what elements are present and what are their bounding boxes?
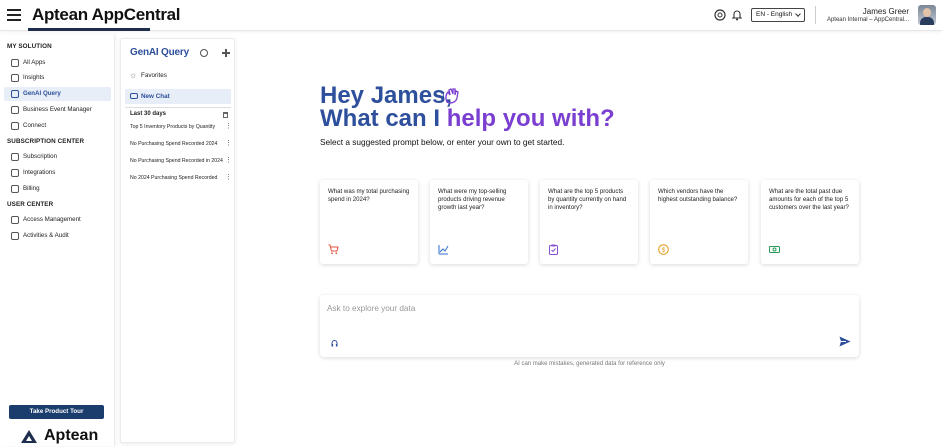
brand-underline (28, 28, 150, 31)
sidebar-item-billing[interactable]: Billing (4, 182, 111, 196)
header-divider (815, 6, 816, 24)
prompt-text: What were my top-selling products drivin… (438, 188, 507, 211)
audit-icon (11, 232, 19, 240)
top-bar: Aptean AppCentral EN - English James Gre… (0, 0, 942, 31)
user-name[interactable]: James Greer (863, 7, 909, 16)
settings-icon[interactable] (200, 49, 208, 57)
prompt-input[interactable] (327, 302, 827, 314)
svg-text:$: $ (662, 247, 666, 254)
sidebar-item-genai-query[interactable]: GenAI Query (4, 87, 111, 101)
more-options-icon[interactable]: ⋮ (225, 157, 232, 164)
question-part-1: What can I (320, 105, 447, 132)
favorites-label: Favorites (141, 72, 167, 79)
sidebar-item-connect[interactable]: Connect (4, 119, 111, 133)
sidebar-item-label: Subscription (23, 153, 58, 160)
calendar-icon (11, 106, 19, 114)
sidebar-item-business-event-manager[interactable]: Business Event Manager (4, 103, 111, 117)
sidebar-item-access-management[interactable]: Access Management (4, 213, 111, 227)
trash-icon[interactable] (223, 112, 228, 118)
grid-icon (11, 59, 19, 67)
prompt-text: What was my total purchasing spend in 20… (328, 188, 410, 203)
sidebar-item-label: Insights (23, 74, 45, 81)
language-select[interactable]: EN - English (751, 8, 805, 22)
chevron-down-icon (795, 11, 801, 17)
aptean-logo-mark (21, 430, 37, 443)
sidebar-item-label: Billing (23, 185, 40, 192)
plug-icon (11, 169, 19, 177)
chat-icon (130, 93, 138, 99)
new-chat-label: New Chat (141, 93, 170, 100)
coin-icon: $ (658, 244, 669, 255)
suggested-prompt-card[interactable]: What were my top-selling products drivin… (430, 180, 528, 264)
new-chat-button[interactable]: New Chat (125, 89, 231, 104)
prompt-text: What are the top 5 products by quantity … (548, 188, 627, 211)
suggested-prompt-card[interactable]: Which vendors have the highest outstandi… (650, 180, 748, 264)
sparkle-icon (11, 90, 19, 98)
sidebar-item-subscription[interactable]: Subscription (4, 150, 111, 164)
history-item[interactable]: No Purchasing Spend Recorded 2024 (130, 141, 228, 147)
avatar[interactable] (918, 5, 936, 25)
sidebar-item-label: Access Management (23, 216, 81, 223)
people-icon (11, 216, 19, 224)
user-organization: Aptean Internal – AppCentral... (826, 17, 909, 23)
brand-title[interactable]: Aptean AppCentral (32, 5, 181, 25)
hamburger-menu-icon[interactable] (7, 9, 21, 21)
history-item[interactable]: Top 5 Inventory Products by Quantity (130, 124, 228, 130)
suggested-prompt-card[interactable]: What are the total past due amounts for … (761, 180, 859, 264)
help-icon[interactable] (714, 9, 726, 21)
history-period-label: Last 30 days (130, 111, 167, 117)
chat-history-panel: GenAI Query ☆ Favorites New Chat Last 30 … (120, 38, 235, 443)
waving-hand-icon (442, 88, 459, 104)
aptean-logo-text: Aptean (44, 427, 99, 444)
sidebar-item-label: All Apps (23, 59, 46, 66)
suggested-prompt-card[interactable]: What are the top 5 products by quantity … (540, 180, 638, 264)
take-product-tour-button[interactable]: Take Product Tour (9, 405, 104, 419)
more-options-icon[interactable]: ⋮ (225, 140, 232, 147)
favorites-item[interactable]: ☆ Favorites (130, 72, 167, 80)
prompt-box (320, 295, 859, 357)
panel-title: GenAI Query (130, 47, 189, 58)
star-icon: ☆ (130, 73, 137, 80)
instruction-subtitle: Select a suggested prompt below, or ente… (320, 137, 565, 147)
prompt-text: What are the total past due amounts for … (769, 188, 849, 211)
suggested-prompt-card[interactable]: What was my total purchasing spend in 20… (320, 180, 418, 264)
headset-icon[interactable] (331, 339, 338, 348)
left-sidebar: MY SOLUTION All Apps Insights GenAI Quer… (0, 35, 115, 446)
send-icon[interactable] (839, 336, 851, 347)
sidebar-item-insights[interactable]: Insights (4, 71, 111, 85)
expand-icon[interactable] (222, 49, 230, 57)
section-subscription-center: SUBSCRIPTION CENTER (7, 138, 85, 145)
section-my-solution: MY SOLUTION (7, 43, 52, 50)
notification-bell-icon[interactable] (731, 9, 743, 21)
history-item[interactable]: No 2024 Purchasing Spend Recorded (130, 175, 228, 181)
divider (125, 107, 231, 108)
question-part-2: help you with? (446, 105, 615, 132)
sidebar-item-label: Integrations (23, 169, 56, 176)
link-icon (11, 122, 19, 130)
prompt-text: Which vendors have the highest outstandi… (658, 188, 738, 203)
sidebar-item-label: GenAI Query (23, 90, 61, 97)
ai-disclaimer: AI can make mistakes, generated data for… (514, 361, 665, 367)
chart-icon (11, 74, 19, 82)
tag-icon (11, 153, 19, 161)
cart-icon (328, 244, 339, 255)
sidebar-item-activities-audit[interactable]: Activities & Audit (4, 229, 111, 243)
sidebar-item-label: Business Event Manager (23, 106, 92, 113)
main-question-heading: What can I help you with? (320, 105, 615, 133)
history-item[interactable]: No Purchasing Spend Recorded in 2024 (130, 158, 228, 164)
sidebar-item-all-apps[interactable]: All Apps (4, 56, 111, 70)
more-options-icon[interactable]: ⋮ (225, 174, 232, 181)
card-icon (11, 185, 19, 193)
aptean-logo: Aptean (21, 427, 101, 447)
sidebar-item-integrations[interactable]: Integrations (4, 166, 111, 180)
language-label: EN - English (756, 11, 793, 18)
sidebar-item-label: Activities & Audit (23, 232, 69, 239)
sidebar-item-label: Connect (23, 122, 47, 129)
cash-icon (769, 246, 780, 253)
clipboard-icon (549, 244, 558, 255)
section-user-center: USER CENTER (7, 201, 54, 208)
more-options-icon[interactable]: ⋮ (225, 123, 232, 130)
trend-icon (438, 245, 449, 255)
